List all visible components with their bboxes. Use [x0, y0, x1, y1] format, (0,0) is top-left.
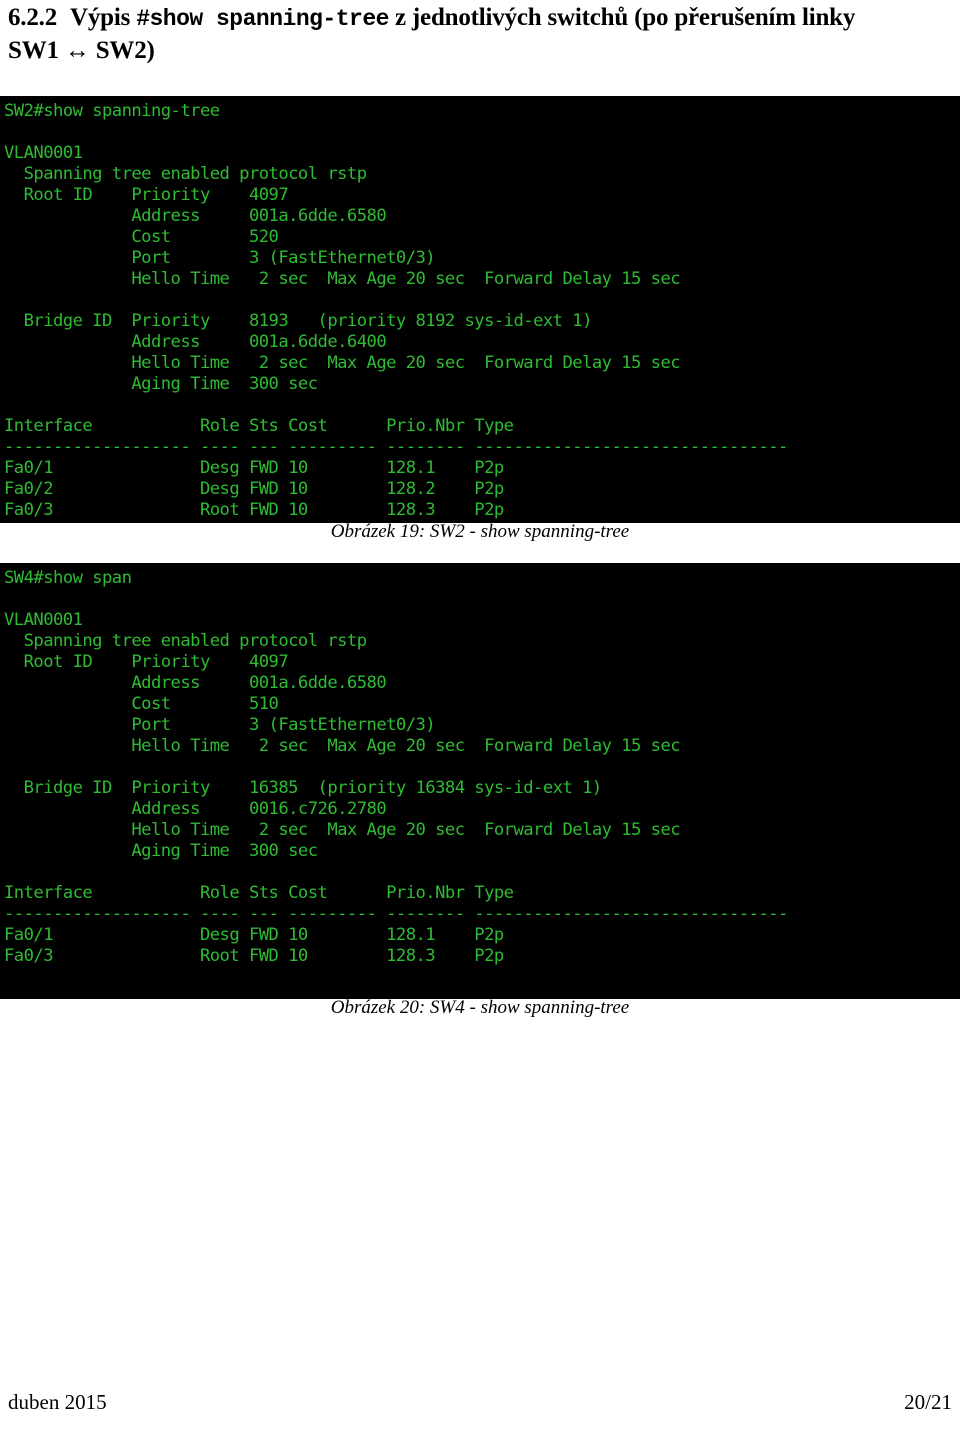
terminal-line: Address 001a.6dde.6400 — [4, 332, 387, 352]
terminal-line: Spanning tree enabled protocol rstp — [4, 631, 367, 651]
figure-caption-20: Obrázek 20: SW4 - show spanning-tree — [330, 997, 630, 1018]
terminal-output-sw4: SW4#show span VLAN0001 Spanning tree ena… — [0, 563, 960, 999]
terminal-line: Hello Time 2 sec Max Age 20 sec Forward … — [4, 820, 681, 840]
terminal-line: Hello Time 2 sec Max Age 20 sec Forward … — [4, 353, 681, 373]
terminal-line: SW4#show span — [4, 568, 132, 588]
terminal-output-sw2: SW2#show spanning-tree VLAN0001 Spanning… — [0, 96, 960, 523]
terminal-line: Cost 520 — [4, 227, 279, 247]
terminal-line: Spanning tree enabled protocol rstp — [4, 164, 367, 184]
figure-caption-19: Obrázek 19: SW2 - show spanning-tree — [330, 521, 630, 542]
terminal-line: Interface Role Sts Cost Prio.Nbr Type — [4, 416, 514, 436]
terminal-line: Address 001a.6dde.6580 — [4, 673, 387, 693]
terminal-line: Hello Time 2 sec Max Age 20 sec Forward … — [4, 269, 681, 289]
terminal-line: VLAN0001 — [4, 610, 83, 630]
terminal-line: Interface Role Sts Cost Prio.Nbr Type — [4, 883, 514, 903]
terminal-line: Address 001a.6dde.6580 — [4, 206, 387, 226]
terminal-line: Fa0/3 Root FWD 10 128.3 P2p — [4, 946, 504, 966]
terminal-line: Fa0/3 Root FWD 10 128.3 P2p — [4, 500, 504, 520]
page-title: 6.2.2 Výpis #show spanning-tree z jednotl… — [8, 2, 908, 66]
terminal-line: Root ID Priority 4097 — [4, 652, 289, 672]
terminal-line: Root ID Priority 4097 — [4, 185, 289, 205]
terminal-line: ------------------- ---- --- --------- -… — [4, 437, 788, 457]
terminal-line: Fa0/1 Desg FWD 10 128.1 P2p — [4, 458, 504, 478]
terminal-line: VLAN0001 — [4, 143, 83, 163]
footer-date: duben 2015 — [8, 1390, 107, 1414]
terminal-line: Bridge ID Priority 8193 (priority 8192 s… — [4, 311, 593, 331]
terminal-line: Fa0/2 Desg FWD 10 128.2 P2p — [4, 479, 504, 499]
terminal-line: Port 3 (FastEthernet0/3) — [4, 715, 436, 735]
page-footer: duben 2015 20/21 — [0, 1390, 960, 1414]
terminal-line: Bridge ID Priority 16385 (priority 16384… — [4, 778, 603, 798]
section-number: 6.2.2 — [8, 4, 58, 31]
terminal-line: Fa0/1 Desg FWD 10 128.1 P2p — [4, 925, 504, 945]
terminal-line: Cost 510 — [4, 694, 279, 714]
terminal-line: Aging Time 300 sec — [4, 841, 318, 861]
heading-text-part1: Výpis — [70, 4, 137, 31]
terminal-line: Address 0016.c726.2780 — [4, 799, 387, 819]
footer-page-number: 20/21 — [904, 1390, 952, 1414]
terminal-line: SW2#show spanning-tree — [4, 101, 220, 121]
heading-command-mono: #show spanning-tree — [136, 6, 389, 32]
terminal-line: Aging Time 300 sec — [4, 374, 318, 394]
terminal-line: ------------------- ---- --- --------- -… — [4, 904, 788, 924]
terminal-line: Hello Time 2 sec Max Age 20 sec Forward … — [4, 736, 681, 756]
terminal-line: Port 3 (FastEthernet0/3) — [4, 248, 436, 268]
